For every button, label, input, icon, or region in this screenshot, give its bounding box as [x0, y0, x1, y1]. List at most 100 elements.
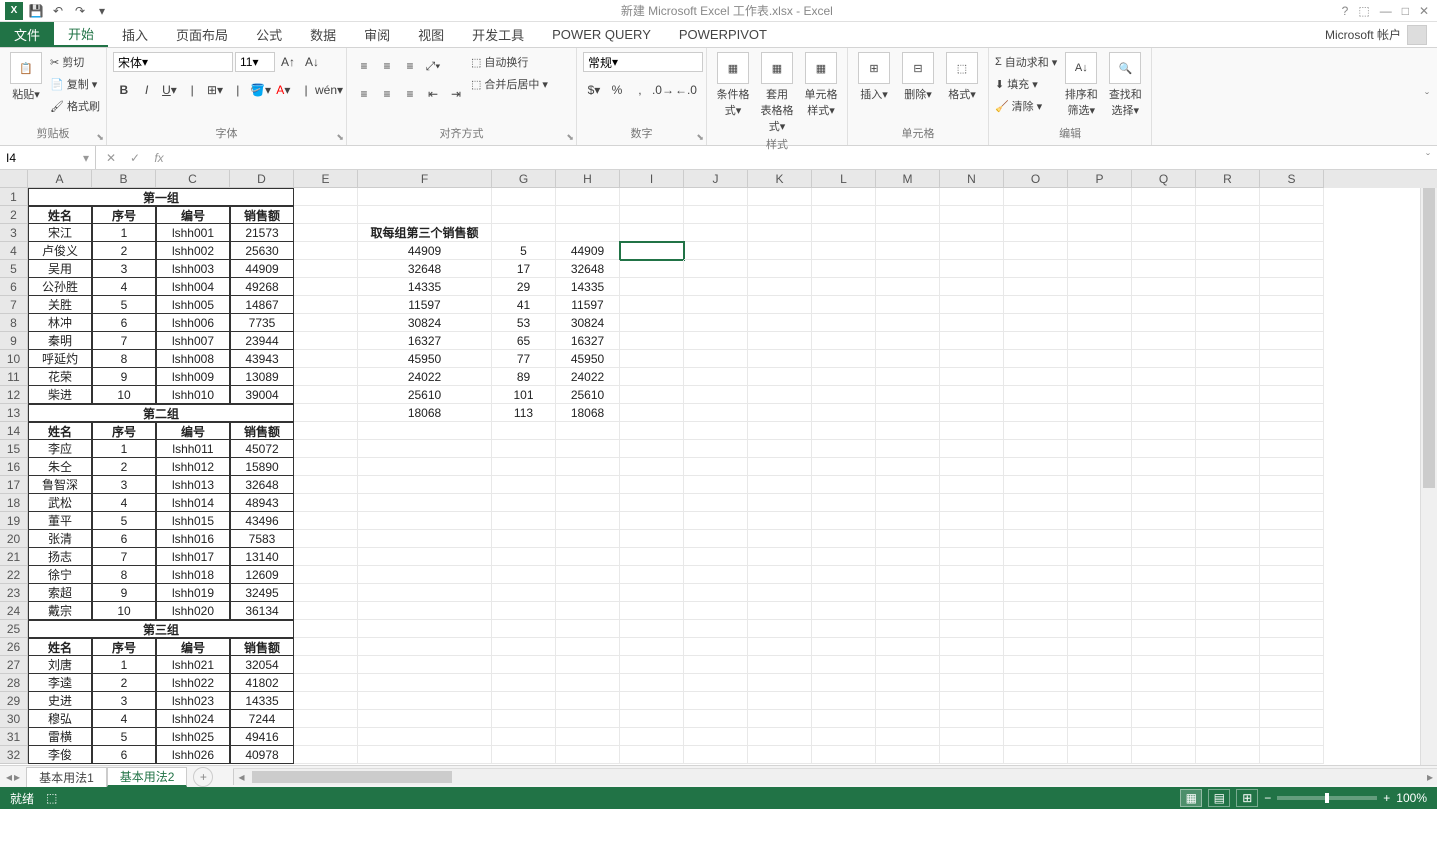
cell[interactable]: 徐宁 [28, 566, 92, 584]
cell[interactable] [940, 566, 1004, 584]
maximize-icon[interactable]: □ [1402, 4, 1409, 18]
cell[interactable] [876, 206, 940, 224]
cell[interactable] [358, 512, 492, 530]
column-header[interactable]: L [812, 170, 876, 188]
cell[interactable] [492, 692, 556, 710]
cell[interactable]: 3 [92, 692, 156, 710]
cell[interactable] [1260, 710, 1324, 728]
cell[interactable]: 30824 [358, 314, 492, 332]
percent-format-button[interactable]: % [606, 80, 628, 100]
cell[interactable] [1260, 566, 1324, 584]
cell[interactable] [492, 674, 556, 692]
cell[interactable]: 39004 [230, 386, 294, 404]
cell[interactable] [684, 692, 748, 710]
cell[interactable] [620, 584, 684, 602]
cell[interactable] [1004, 674, 1068, 692]
column-header[interactable]: O [1004, 170, 1068, 188]
cell[interactable] [556, 206, 620, 224]
cell[interactable] [684, 404, 748, 422]
cell[interactable] [358, 494, 492, 512]
cell[interactable]: 李逵 [28, 674, 92, 692]
cell[interactable] [1004, 656, 1068, 674]
cell[interactable] [1196, 620, 1260, 638]
cell[interactable]: lshh026 [156, 746, 230, 764]
cell[interactable] [1260, 602, 1324, 620]
cell[interactable] [556, 422, 620, 440]
cell[interactable] [812, 224, 876, 242]
cell[interactable] [748, 674, 812, 692]
select-all-corner[interactable] [0, 170, 28, 188]
cell[interactable] [876, 548, 940, 566]
cell[interactable] [940, 728, 1004, 746]
page-layout-view-icon[interactable]: ▤ [1208, 789, 1230, 807]
cell[interactable] [812, 386, 876, 404]
cell[interactable] [940, 476, 1004, 494]
cell[interactable] [556, 656, 620, 674]
cell[interactable] [620, 530, 684, 548]
find-select-button[interactable]: 🔍查找和选择▾ [1105, 52, 1145, 118]
cell[interactable] [358, 458, 492, 476]
cell[interactable]: 44909 [556, 242, 620, 260]
cell[interactable] [556, 692, 620, 710]
cell[interactable]: 1 [92, 224, 156, 242]
cell[interactable] [1068, 350, 1132, 368]
cell[interactable]: lshh001 [156, 224, 230, 242]
cell[interactable] [812, 368, 876, 386]
cell[interactable] [1004, 206, 1068, 224]
row-header[interactable]: 28 [0, 674, 28, 692]
cell[interactable] [940, 314, 1004, 332]
cell[interactable] [1260, 728, 1324, 746]
cell[interactable] [1260, 494, 1324, 512]
cell[interactable] [684, 548, 748, 566]
cell[interactable]: lshh015 [156, 512, 230, 530]
cell[interactable] [684, 512, 748, 530]
cell[interactable] [1132, 386, 1196, 404]
row-header[interactable]: 9 [0, 332, 28, 350]
cell[interactable]: 43496 [230, 512, 294, 530]
cell[interactable] [1196, 728, 1260, 746]
cell[interactable]: 柴进 [28, 386, 92, 404]
cell[interactable] [1260, 440, 1324, 458]
spreadsheet-grid[interactable]: ABCDEFGHIJKLMNOPQRS 12345678910111213141… [0, 170, 1437, 765]
cell[interactable] [294, 224, 358, 242]
cell[interactable] [1196, 494, 1260, 512]
cell[interactable] [1004, 350, 1068, 368]
cell[interactable] [876, 728, 940, 746]
cell[interactable] [294, 404, 358, 422]
cell[interactable]: 13140 [230, 548, 294, 566]
cell[interactable] [684, 296, 748, 314]
sheet-nav-first-icon[interactable]: ◂ [6, 770, 12, 784]
clipboard-launcher-icon[interactable]: ⬊ [96, 132, 104, 143]
cell[interactable] [1132, 422, 1196, 440]
cell[interactable] [294, 674, 358, 692]
cell[interactable] [556, 674, 620, 692]
row-header[interactable]: 17 [0, 476, 28, 494]
cell[interactable] [940, 422, 1004, 440]
cell[interactable] [876, 656, 940, 674]
cell[interactable] [1068, 368, 1132, 386]
cell-styles-button[interactable]: ▦单元格样式▾ [801, 52, 841, 118]
cell[interactable] [876, 260, 940, 278]
cell[interactable]: 9 [92, 584, 156, 602]
cell[interactable] [748, 494, 812, 512]
cell[interactable] [620, 566, 684, 584]
cell[interactable]: 7244 [230, 710, 294, 728]
cell[interactable] [876, 422, 940, 440]
cell[interactable]: 10 [92, 386, 156, 404]
cell[interactable]: lshh002 [156, 242, 230, 260]
cell[interactable] [1260, 332, 1324, 350]
cell[interactable] [1068, 260, 1132, 278]
cell[interactable]: 15890 [230, 458, 294, 476]
cell[interactable]: 49416 [230, 728, 294, 746]
cell[interactable]: 销售额 [230, 206, 294, 224]
cell[interactable] [620, 638, 684, 656]
cell[interactable] [940, 656, 1004, 674]
cell[interactable] [620, 746, 684, 764]
cell[interactable] [492, 656, 556, 674]
cell[interactable] [940, 224, 1004, 242]
account-label[interactable]: Microsoft 帐户 [1325, 26, 1401, 43]
row-header[interactable]: 29 [0, 692, 28, 710]
row-header[interactable]: 5 [0, 260, 28, 278]
cell[interactable]: 32648 [556, 260, 620, 278]
accounting-format-button[interactable]: $▾ [583, 80, 605, 100]
